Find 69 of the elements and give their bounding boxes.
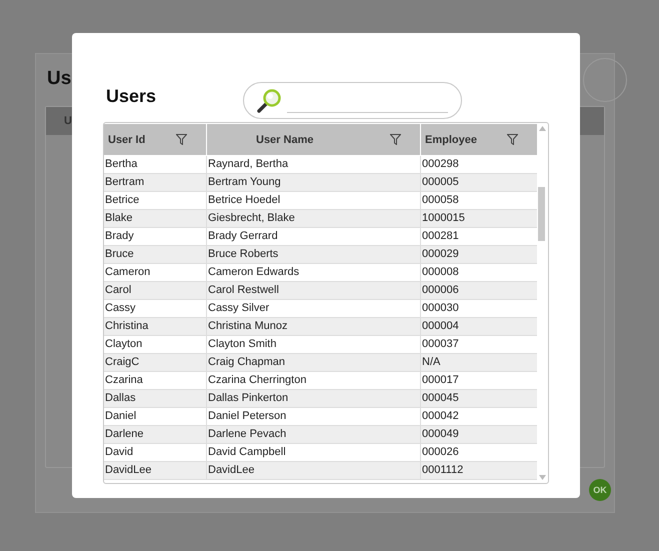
table-cell: Betrice Hoedel xyxy=(207,192,420,209)
table-cell: CraigC xyxy=(104,354,206,371)
table-cell: 0001112 xyxy=(421,462,537,479)
table-cell: Bertram Young xyxy=(207,174,420,191)
window-title: Us xyxy=(47,68,72,90)
table-cell: 000006 xyxy=(421,282,537,299)
table-cell: Carol Restwell xyxy=(207,282,420,299)
dialog-title: Users xyxy=(106,86,158,106)
table-cell: Craig Chapman xyxy=(207,354,420,371)
scroll-down-icon[interactable] xyxy=(539,475,546,480)
table-cell: Darlene xyxy=(104,426,206,443)
column-header[interactable]: User Name xyxy=(207,124,420,155)
table-cell: Bertram xyxy=(104,174,206,191)
table-cell: 000281 xyxy=(421,228,537,245)
table-cell: DavidLee xyxy=(207,462,420,479)
table-cell: David Campbell xyxy=(207,444,420,461)
filter-icon[interactable] xyxy=(390,134,401,145)
table-cell: Christina xyxy=(104,318,206,335)
scroll-up-icon[interactable] xyxy=(539,126,546,131)
table-cell: Daniel xyxy=(104,408,206,425)
table-cell: Bruce Roberts xyxy=(207,246,420,263)
table-cell: 000008 xyxy=(421,264,537,281)
table-cell: Bertha xyxy=(104,156,206,173)
scroll-thumb[interactable] xyxy=(538,187,545,241)
table-cell: 000005 xyxy=(421,174,537,191)
column-header[interactable]: Employee xyxy=(421,124,537,155)
table-cell: Dallas xyxy=(104,390,206,407)
table-cell: Raynard, Bertha xyxy=(207,156,420,173)
filter-icon[interactable] xyxy=(507,134,518,145)
search-field[interactable] xyxy=(243,82,462,119)
table-cell: Cameron Edwards xyxy=(207,264,420,281)
table-cell: Cassy Silver xyxy=(207,300,420,317)
table-cell: Clayton xyxy=(104,336,206,353)
table-cell: Giesbrecht, Blake xyxy=(207,210,420,227)
table-cell: Clayton Smith xyxy=(207,336,420,353)
search-icon xyxy=(256,88,282,114)
filter-icon[interactable] xyxy=(176,134,187,145)
table-cell: 000049 xyxy=(421,426,537,443)
table-cell: Cameron xyxy=(104,264,206,281)
table-cell: 000042 xyxy=(421,408,537,425)
column-header[interactable]: User Id xyxy=(104,124,206,155)
table-cell: 000026 xyxy=(421,444,537,461)
table-cell: David xyxy=(104,444,206,461)
table-cell: Carol xyxy=(104,282,206,299)
table-cell: Brady Gerrard xyxy=(207,228,420,245)
table-cell: Betrice xyxy=(104,192,206,209)
table-cell: Cassy xyxy=(104,300,206,317)
table-cell: 000037 xyxy=(421,336,537,353)
table-cell: 000004 xyxy=(421,318,537,335)
table-cell: Christina Munoz xyxy=(207,318,420,335)
table-cell: Darlene Pevach xyxy=(207,426,420,443)
table-cell: 000298 xyxy=(421,156,537,173)
column-header: U xyxy=(64,115,72,127)
table-cell: 000058 xyxy=(421,192,537,209)
table-cell: 000017 xyxy=(421,372,537,389)
table-cell: Dallas Pinkerton xyxy=(207,390,420,407)
table-cell: N/A xyxy=(421,354,537,371)
table-cell: Daniel Peterson xyxy=(207,408,420,425)
table-cell: 1000015 xyxy=(421,210,537,227)
table-cell: 000045 xyxy=(421,390,537,407)
table-cell: Blake xyxy=(104,210,206,227)
table-cell: 000029 xyxy=(421,246,537,263)
table-cell: DavidLee xyxy=(104,462,206,479)
table-cell: Brady xyxy=(104,228,206,245)
table-cell: Bruce xyxy=(104,246,206,263)
round-button[interactable] xyxy=(583,58,627,102)
table-cell: 000030 xyxy=(421,300,537,317)
table-cell: Czarina xyxy=(104,372,206,389)
table-cell: Czarina Cherrington xyxy=(207,372,420,389)
